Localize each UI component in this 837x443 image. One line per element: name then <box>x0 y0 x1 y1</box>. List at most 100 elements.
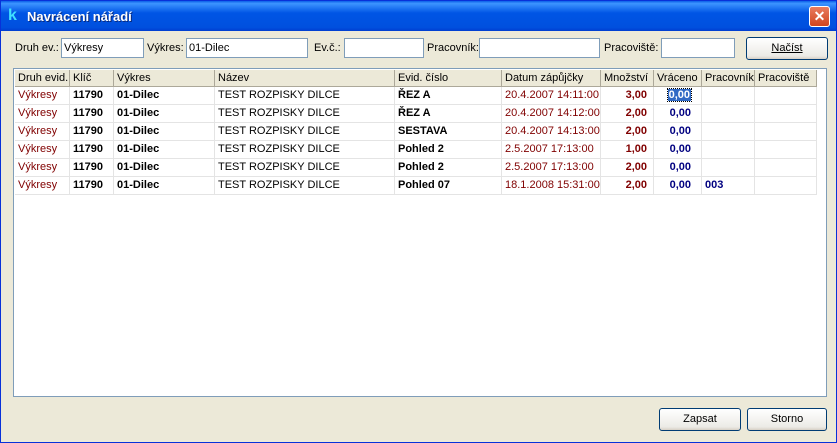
pracoviste-label: Pracoviště: <box>604 42 659 54</box>
cell-klic: 11790 <box>70 87 114 105</box>
cell-evid-cislo: SESTAVA <box>395 123 502 141</box>
returns-table[interactable]: Druh evid. Klíč Výkres Název Evid. číslo Datu… <box>13 68 827 397</box>
vykres-label: Výkres: <box>147 42 184 54</box>
druh-label: Druh ev.: <box>15 42 59 54</box>
cell-vykres: 01-Dilec <box>114 105 215 123</box>
vykres-input[interactable]: 01-Dilec <box>186 38 308 58</box>
column-header-druh[interactable]: Druh evid. <box>15 70 70 87</box>
cell-mnozstvi: 3,00 <box>601 87 654 105</box>
evc-label: Ev.č.: <box>314 42 341 54</box>
cell-druh: Výkresy <box>15 123 70 141</box>
load-button[interactable]: Načíst <box>746 37 828 60</box>
title-bar[interactable]: k Navrácení nářadí ✕ <box>1 1 836 31</box>
cell-evid-cislo: Pohled 07 <box>395 177 502 195</box>
cell-nazev: TEST ROZPISKY DILCE <box>215 87 395 105</box>
cell-vraceno[interactable]: 0,00 <box>654 177 702 195</box>
dialog-window: k Navrácení nářadí ✕ Druh ev.: Výkresy V… <box>0 0 837 443</box>
table-row[interactable]: Výkresy 11790 01-Dilec TEST ROZPISKY DILCE Ř… <box>15 87 818 105</box>
pracoviste-input[interactable] <box>661 38 735 58</box>
save-button[interactable]: Zapsat <box>659 408 741 431</box>
column-header-nazev[interactable]: Název <box>215 70 395 87</box>
druh-input[interactable]: Výkresy <box>61 38 144 58</box>
column-header-vraceno[interactable]: Vráceno <box>654 70 702 87</box>
cell-nazev: TEST ROZPISKY DILCE <box>215 177 395 195</box>
cell-datum: 20.4.2007 14:13:00 <box>502 123 601 141</box>
cancel-button[interactable]: Storno <box>747 408 827 431</box>
cell-evid-cislo: Pohled 2 <box>395 159 502 177</box>
table-row[interactable]: Výkresy 11790 01-Dilec TEST ROZPISKY DILCE P… <box>15 141 818 159</box>
cell-vraceno[interactable]: 0,00 <box>654 141 702 159</box>
load-button-label: Načíst <box>771 42 803 54</box>
cell-pracovnik <box>702 87 755 105</box>
cell-datum: 2.5.2007 17:13:00 <box>502 159 601 177</box>
cell-datum: 20.4.2007 14:11:00 <box>502 87 601 105</box>
table-header: Druh evid. Klíč Výkres Název Evid. číslo Datu… <box>15 70 827 87</box>
cell-mnozstvi: 2,00 <box>601 177 654 195</box>
cell-pracoviste <box>755 159 817 177</box>
pracovnik-input[interactable] <box>479 38 600 58</box>
filter-bar: Druh ev.: Výkresy Výkres: 01-Dilec Ev.č.… <box>1 37 836 61</box>
cell-vraceno[interactable]: 0,00 <box>654 123 702 141</box>
cell-pracovnik <box>702 123 755 141</box>
save-button-label: Zapsat <box>683 413 717 425</box>
cell-klic: 11790 <box>70 123 114 141</box>
cell-pracovnik <box>702 141 755 159</box>
cell-mnozstvi: 2,00 <box>601 159 654 177</box>
cell-pracovnik <box>702 105 755 123</box>
cell-vraceno[interactable]: 0,00 <box>654 105 702 123</box>
column-header-pracoviste[interactable]: Pracoviště <box>755 70 817 87</box>
table-row[interactable]: Výkresy 11790 01-Dilec TEST ROZPISKY DILCE S… <box>15 123 818 141</box>
cell-pracoviste <box>755 123 817 141</box>
cell-vykres: 01-Dilec <box>114 141 215 159</box>
cell-vykres: 01-Dilec <box>114 159 215 177</box>
cell-klic: 11790 <box>70 177 114 195</box>
cell-pracoviste <box>755 177 817 195</box>
pracovnik-label: Pracovník: <box>427 42 479 54</box>
table-row[interactable]: Výkresy 11790 01-Dilec TEST ROZPISKY DILCE Ř… <box>15 105 818 123</box>
cell-mnozstvi: 2,00 <box>601 105 654 123</box>
cell-druh: Výkresy <box>15 141 70 159</box>
cell-pracovnik: 003 <box>702 177 755 195</box>
cell-pracoviste <box>755 105 817 123</box>
column-header-mnozstvi[interactable]: Množství <box>601 70 654 87</box>
cell-pracoviste <box>755 87 817 105</box>
cell-nazev: TEST ROZPISKY DILCE <box>215 123 395 141</box>
cell-druh: Výkresy <box>15 159 70 177</box>
app-k-icon: k <box>8 7 17 24</box>
cell-druh: Výkresy <box>15 87 70 105</box>
cell-datum: 20.4.2007 14:12:00 <box>502 105 601 123</box>
cell-vraceno[interactable]: 0,00 <box>654 159 702 177</box>
cell-nazev: TEST ROZPISKY DILCE <box>215 159 395 177</box>
table-row[interactable]: Výkresy 11790 01-Dilec TEST ROZPISKY DILCE P… <box>15 177 818 195</box>
column-header-evid-cislo[interactable]: Evid. číslo <box>395 70 502 87</box>
cell-pracoviste <box>755 141 817 159</box>
cell-klic: 11790 <box>70 141 114 159</box>
cell-druh: Výkresy <box>15 105 70 123</box>
cell-mnozstvi: 1,00 <box>601 141 654 159</box>
cell-druh: Výkresy <box>15 177 70 195</box>
table-row[interactable]: Výkresy 11790 01-Dilec TEST ROZPISKY DILCE P… <box>15 159 818 177</box>
cell-nazev: TEST ROZPISKY DILCE <box>215 105 395 123</box>
cell-evid-cislo: ŘEZ A <box>395 87 502 105</box>
cell-nazev: TEST ROZPISKY DILCE <box>215 141 395 159</box>
column-header-pracovnik[interactable]: Pracovník <box>702 70 755 87</box>
cell-datum: 18.1.2008 15:31:00 <box>502 177 601 195</box>
column-header-klic[interactable]: Klíč <box>70 70 114 87</box>
cell-pracovnik <box>702 159 755 177</box>
cell-klic: 11790 <box>70 159 114 177</box>
cell-vykres: 01-Dilec <box>114 87 215 105</box>
column-header-datum[interactable]: Datum zápůjčky <box>502 70 601 87</box>
cell-klic: 11790 <box>70 105 114 123</box>
cell-evid-cislo: Pohled 2 <box>395 141 502 159</box>
vraceno-edit-value[interactable]: 0,00 <box>666 88 693 102</box>
window-title: Navrácení nářadí <box>27 9 132 24</box>
cell-datum: 2.5.2007 17:13:00 <box>502 141 601 159</box>
column-header-vykres[interactable]: Výkres <box>114 70 215 87</box>
cell-evid-cislo: ŘEZ A <box>395 105 502 123</box>
cell-vykres: 01-Dilec <box>114 177 215 195</box>
cell-mnozstvi: 2,00 <box>601 123 654 141</box>
cell-vraceno[interactable]: 0,00 <box>654 87 702 105</box>
close-button[interactable]: ✕ <box>809 6 830 27</box>
evc-input[interactable] <box>344 38 424 58</box>
cell-vykres: 01-Dilec <box>114 123 215 141</box>
